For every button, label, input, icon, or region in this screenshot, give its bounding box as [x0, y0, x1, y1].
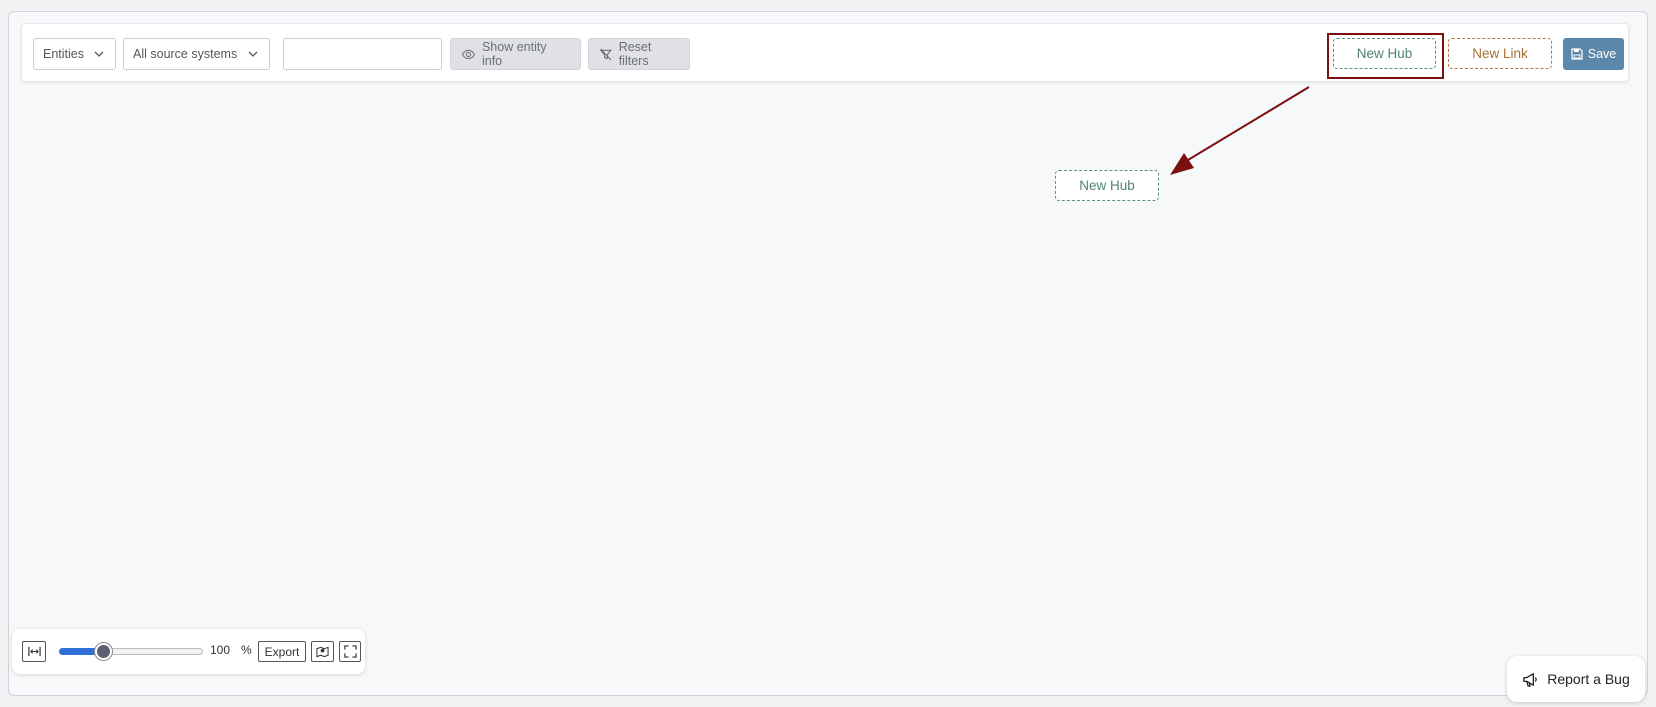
source-system-select[interactable]: All source systems [123, 38, 270, 70]
reset-filters-button[interactable]: Reset filters [588, 38, 690, 70]
canvas-hub-node[interactable]: New Hub [1055, 170, 1159, 201]
source-system-select-value: All source systems [133, 47, 238, 61]
zoom-level-value: 100 [210, 643, 231, 657]
zoom-control-panel: 100 % Export [12, 629, 365, 674]
export-button[interactable]: Export [258, 641, 306, 662]
report-bug-button[interactable]: Report a Bug [1507, 656, 1645, 702]
diagram-frame: Entities All source systems Show entity … [8, 11, 1648, 696]
zoom-slider-thumb[interactable] [95, 643, 112, 660]
new-link-button-label: New Link [1472, 46, 1528, 61]
new-link-button[interactable]: New Link [1448, 38, 1552, 69]
chevron-down-icon [248, 51, 258, 57]
report-bug-label: Report a Bug [1547, 671, 1630, 687]
fullscreen-button[interactable] [339, 641, 361, 662]
chevron-down-icon [94, 51, 104, 57]
show-entity-info-button[interactable]: Show entity info [450, 38, 581, 70]
new-hub-button-label: New Hub [1356, 46, 1413, 61]
entity-type-select[interactable]: Entities [33, 38, 116, 70]
minimap-button[interactable] [311, 641, 334, 662]
show-entity-info-label: Show entity info [481, 40, 547, 68]
eye-icon [461, 49, 476, 59]
save-button-label: Save [1587, 47, 1617, 61]
export-button-label: Export [264, 644, 300, 659]
save-button[interactable]: Save [1563, 38, 1624, 70]
floppy-disk-icon [1571, 48, 1583, 60]
entity-type-select-value: Entities [43, 47, 84, 61]
diagram-toolbar: Entities All source systems Show entity … [21, 23, 1629, 82]
filter-off-icon [600, 48, 612, 60]
canvas-hub-node-label: New Hub [1079, 178, 1135, 193]
reset-filters-label: Reset filters [618, 40, 652, 68]
new-hub-button[interactable]: New Hub [1333, 38, 1436, 69]
fullscreen-icon [343, 645, 357, 658]
fit-width-icon [27, 646, 41, 657]
search-input[interactable] [283, 38, 442, 70]
zoom-level-unit: % [241, 643, 252, 657]
map-icon [316, 646, 329, 658]
fit-width-button[interactable] [22, 641, 46, 662]
megaphone-icon [1523, 672, 1538, 687]
zoom-slider[interactable] [59, 643, 203, 660]
